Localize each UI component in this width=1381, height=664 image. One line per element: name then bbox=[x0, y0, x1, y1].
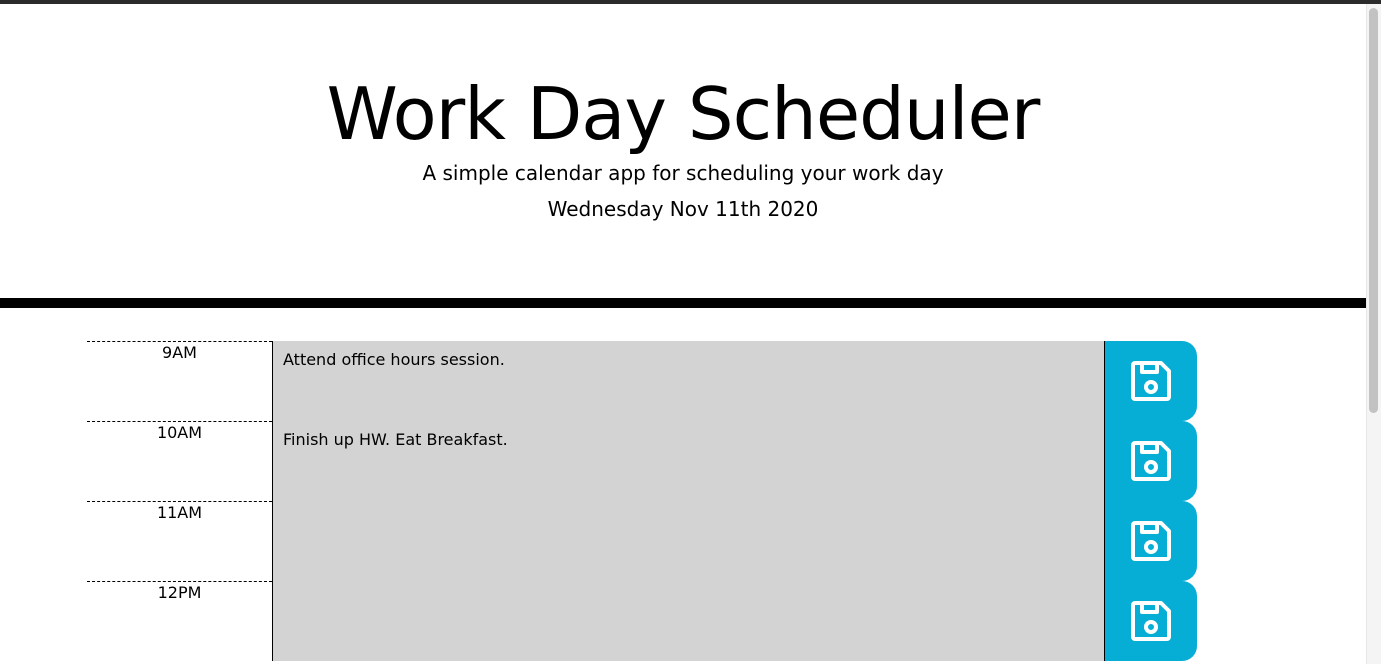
save-button[interactable] bbox=[1105, 501, 1197, 581]
floppy-disk-icon bbox=[1131, 361, 1171, 401]
page-title: Work Day Scheduler bbox=[326, 72, 1041, 156]
hour-label: 12PM bbox=[87, 581, 272, 660]
save-button[interactable] bbox=[1105, 581, 1197, 661]
floppy-disk-icon bbox=[1131, 441, 1171, 481]
time-block-12pm: 12PM bbox=[87, 581, 1197, 661]
time-block-10am: 10AM Finish up HW. Eat Breakfast. bbox=[87, 421, 1197, 501]
page-subtitle: A simple calendar app for scheduling you… bbox=[422, 161, 944, 185]
hour-label: 9AM bbox=[87, 341, 272, 420]
current-day: Wednesday Nov 11th 2020 bbox=[547, 197, 819, 221]
event-description-input[interactable]: Finish up HW. Eat Breakfast. bbox=[272, 421, 1105, 501]
hour-label: 10AM bbox=[87, 421, 272, 500]
save-button[interactable] bbox=[1105, 341, 1197, 421]
event-description-input[interactable] bbox=[272, 501, 1105, 581]
scrollbar-thumb[interactable] bbox=[1369, 8, 1378, 413]
time-block-11am: 11AM bbox=[87, 501, 1197, 581]
hour-label: 11AM bbox=[87, 501, 272, 580]
schedule-container: 9AM Attend office hours session. 10AM Fi… bbox=[87, 341, 1197, 661]
event-description-input[interactable]: Attend office hours session. bbox=[272, 341, 1105, 421]
time-block-9am: 9AM Attend office hours session. bbox=[87, 341, 1197, 421]
save-button[interactable] bbox=[1105, 421, 1197, 501]
floppy-disk-icon bbox=[1131, 601, 1171, 641]
event-description-input[interactable] bbox=[272, 581, 1105, 661]
header-jumbotron: Work Day Scheduler A simple calendar app… bbox=[0, 4, 1366, 308]
floppy-disk-icon bbox=[1131, 521, 1171, 561]
